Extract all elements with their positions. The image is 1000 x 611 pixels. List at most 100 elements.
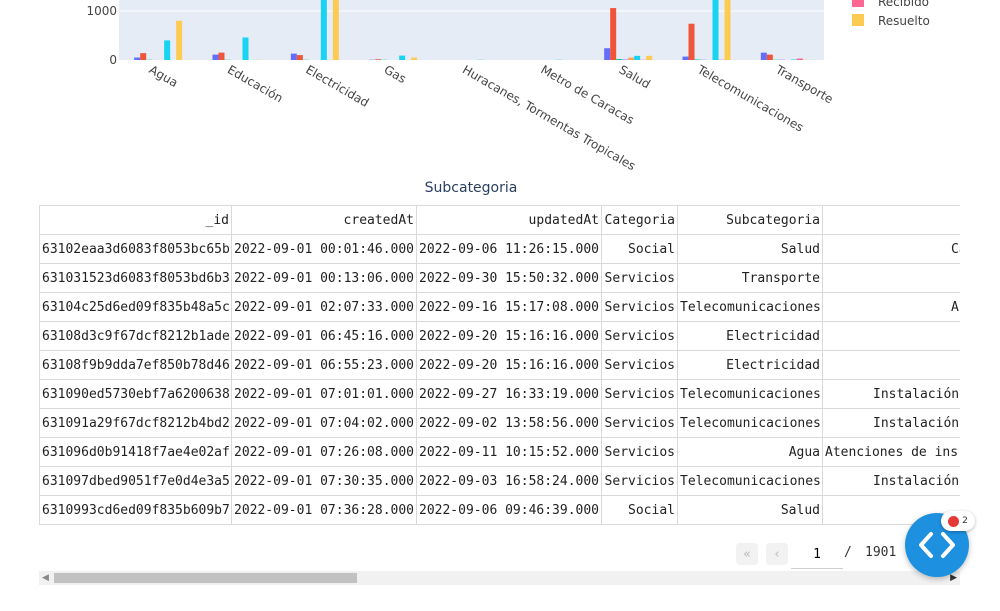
table-cell: Servicios (601, 350, 678, 380)
table-cell: Agua (677, 437, 823, 467)
table-row[interactable]: 63108f9b9dda7ef850b78d46 2022-09-01 06:55… (39, 350, 960, 380)
data-table-container[interactable]: _id createdAt updatedAt Categoria Subcategor… (39, 205, 960, 536)
table-cell (822, 350, 960, 380)
table-cell: Salud (677, 234, 823, 264)
table-cell: 2022-09-01 07:04:02.000 (231, 408, 417, 438)
error-count-badge[interactable]: 2 (941, 511, 975, 531)
table-cell: 631097dbed9051f7e0d4e3a5 (39, 466, 232, 496)
table-cell: Instalación (822, 466, 960, 496)
table-cell: 2022-09-01 00:13:06.000 (231, 263, 417, 293)
table-cell: 2022-09-06 09:46:39.000 (416, 495, 602, 525)
table-cell: Servicios (601, 379, 678, 409)
table-cell: 6310993cd6ed09f835b609b7 (39, 495, 232, 525)
error-dot-icon (948, 515, 960, 527)
bar-gas (411, 57, 418, 60)
table-cell: 631090ed5730ebf7a6200638 (39, 379, 232, 409)
table-cell: 2022-09-11 10:15:52.000 (416, 437, 602, 467)
table-cell: 63108d3c9f67dcf8212b1ade (39, 321, 232, 351)
bar-transporte (766, 54, 773, 60)
table-cell: Telecomunicaciones (677, 292, 823, 322)
table-cell: 2022-09-01 00:01:46.000 (231, 234, 417, 264)
chart-legend: Recibido Resuelto (852, 0, 930, 28)
y-tick-label: 0 (109, 53, 117, 67)
x-tick-label: Transporte (772, 62, 835, 106)
legend-swatch[interactable] (852, 14, 864, 26)
legend-label[interactable]: Resuelto (878, 14, 930, 28)
table-cell: 2022-09-06 11:26:15.000 (416, 234, 602, 264)
horizontal-scrollbar[interactable]: ◀ ▶ (39, 571, 960, 585)
table-cell: Servicios (601, 408, 678, 438)
table-cell: Transporte (677, 263, 823, 293)
table-cell: 2022-09-01 07:26:08.000 (231, 437, 417, 467)
table-cell: Telecomunicaciones (677, 466, 823, 496)
table-cell: Ca (822, 234, 960, 264)
bar-transporte (796, 58, 803, 60)
table-cell: Servicios (601, 321, 678, 351)
table-cell: 2022-09-01 07:30:35.000 (231, 466, 417, 496)
table-row[interactable]: 6310993cd6ed09f835b609b7 2022-09-01 07:36… (39, 495, 960, 525)
x-tick-label: Electricidad (303, 62, 371, 109)
table-cell: 631031523d6083f8053bd6b3 (39, 263, 232, 293)
bar-agua (176, 20, 183, 60)
table-row[interactable]: 631031523d6083f8053bd6b3 2022-09-01 00:13… (39, 263, 960, 293)
page-separator: / (844, 545, 852, 560)
column-header[interactable] (822, 205, 960, 235)
bar-salud (628, 57, 635, 60)
current-page-input[interactable] (791, 540, 843, 569)
scrollbar-thumb[interactable] (54, 573, 357, 583)
table-cell: Servicios (601, 292, 678, 322)
column-header[interactable]: updatedAt (416, 205, 602, 235)
first-page-button[interactable]: « (736, 543, 758, 565)
table-cell: 2022-09-30 15:50:32.000 (416, 263, 602, 293)
scroll-right-arrow-icon[interactable]: ▶ (950, 573, 957, 583)
column-header[interactable]: _id (39, 205, 232, 235)
bar-educaci-n (242, 37, 249, 60)
table-cell: Social (601, 234, 678, 264)
table-cell: 2022-09-01 07:36:28.000 (231, 495, 417, 525)
code-brackets-icon (919, 532, 955, 558)
table-row[interactable]: 631096d0b91418f7ae4e02af 2022-09-01 07:26… (39, 437, 960, 467)
table-cell: Electricidad (677, 350, 823, 380)
bar-educaci-n (212, 54, 219, 60)
table-row[interactable]: 63104c25d6ed09f835b48a5c 2022-09-01 02:07… (39, 292, 960, 322)
table-row[interactable]: 631091a29f67dcf8212b4bd2 2022-09-01 07:04… (39, 408, 960, 438)
bar-gas (399, 55, 406, 60)
table-cell: Telecomunicaciones (677, 408, 823, 438)
subcategoria-bar-chart: 01000 Agua Educación Electricidad Gas Huraca… (86, 0, 930, 196)
table-cell: 2022-09-01 02:07:33.000 (231, 292, 417, 322)
table-cell: 2022-09-16 15:17:08.000 (416, 292, 602, 322)
bar-educaci-n (218, 52, 225, 60)
table-cell: 63108f9b9dda7ef850b78d46 (39, 350, 232, 380)
legend-swatch[interactable] (852, 0, 864, 7)
table-cell: Social (601, 495, 678, 525)
table-cell: 2022-09-27 16:33:19.000 (416, 379, 602, 409)
error-count: 2 (962, 516, 968, 526)
table-cell: 2022-09-01 06:55:23.000 (231, 350, 417, 380)
previous-page-button[interactable]: ‹ (766, 543, 788, 565)
column-header[interactable]: Categoria (601, 205, 678, 235)
table-row[interactable]: 631097dbed9051f7e0d4e3a5 2022-09-01 07:30… (39, 466, 960, 496)
table-row[interactable]: 631090ed5730ebf7a6200638 2022-09-01 07:01… (39, 379, 960, 409)
column-header[interactable]: createdAt (231, 205, 417, 235)
table-cell: 2022-09-20 15:16:16.000 (416, 350, 602, 380)
table-cell: 2022-09-01 07:01:01.000 (231, 379, 417, 409)
bar-salud (634, 55, 641, 60)
legend-label[interactable]: Recibido (878, 0, 929, 9)
bar-salud (646, 55, 653, 60)
table-cell (822, 321, 960, 351)
bar-electricidad (290, 53, 297, 60)
bar-salud (604, 48, 611, 60)
bar-agua (134, 57, 141, 60)
table-cell: 2022-09-01 06:45:16.000 (231, 321, 417, 351)
table-cell: Servicios (601, 466, 678, 496)
bar-agua (164, 40, 171, 60)
bar-telecomunicaciones (688, 23, 695, 61)
x-tick-label: Salud (617, 62, 653, 91)
table-cell: Atenciones de ins (822, 437, 960, 467)
x-tick-label: Educación (225, 62, 285, 105)
table-row[interactable]: 63108d3c9f67dcf8212b1ade 2022-09-01 06:45… (39, 321, 960, 351)
table-row[interactable]: 63102eaa3d6083f8053bc65b 2022-09-01 00:01… (39, 234, 960, 264)
total-pages: 1901 (865, 545, 897, 560)
column-header[interactable]: Subcategoria (677, 205, 823, 235)
scroll-left-arrow-icon[interactable]: ◀ (42, 573, 49, 583)
